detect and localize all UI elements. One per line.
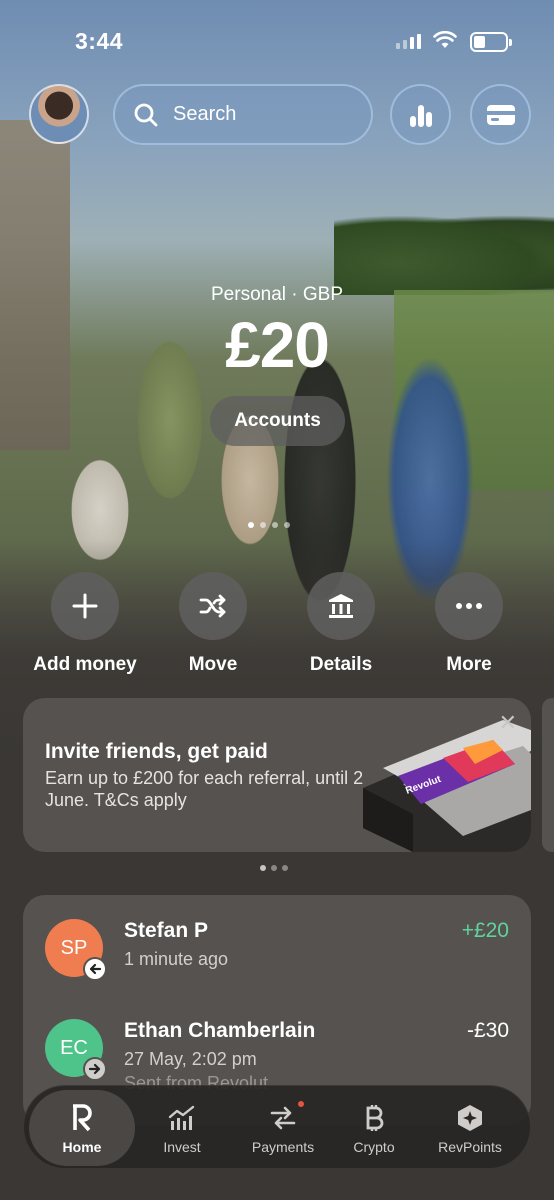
tab-revpoints[interactable]: RevPoints [416, 1086, 524, 1170]
cellular-signal-icon [396, 34, 421, 49]
outgoing-arrow-icon [83, 1057, 107, 1081]
tab-invest-label: Invest [163, 1139, 201, 1155]
analytics-button[interactable] [390, 84, 451, 145]
bitcoin-icon [366, 1105, 384, 1131]
bar-chart-icon [409, 104, 432, 127]
tab-home-label: Home [62, 1139, 102, 1155]
transaction-time: 1 minute ago [124, 949, 229, 969]
promo-page-indicator [260, 865, 288, 871]
details-label: Details [309, 654, 373, 675]
bank-icon [329, 594, 353, 618]
transaction-amount: -£30 [466, 1019, 509, 1042]
more-button[interactable]: More [409, 572, 529, 676]
account-balance[interactable]: £20 [0, 308, 554, 382]
tab-crypto-label: Crypto [353, 1139, 395, 1155]
plus-icon [72, 593, 98, 619]
status-time: 3:44 [75, 28, 124, 54]
more-label: More [446, 654, 492, 675]
transaction-row[interactable]: SP Stefan P 1 minute ago +£20 [23, 919, 531, 1009]
close-icon[interactable]: ✕ [499, 712, 517, 734]
account-label: Personal · GBP [211, 284, 343, 305]
move-label: Move [188, 654, 238, 675]
add-money-label: Add money [33, 654, 137, 675]
shuffle-icon [199, 594, 226, 618]
details-button[interactable]: Details [281, 572, 401, 676]
revolut-r-icon [73, 1104, 92, 1132]
tab-payments-label: Payments [251, 1139, 315, 1155]
transaction-name: Ethan Chamberlain [124, 1019, 316, 1042]
accounts-button[interactable]: Accounts [210, 396, 345, 446]
payments-arrows-icon [270, 1106, 296, 1130]
promo-title: Invite friends, get paid [45, 740, 268, 763]
account-page-indicator [248, 522, 290, 528]
move-button[interactable]: Move [153, 572, 273, 676]
promo-card-illustration: Revolut [363, 720, 531, 852]
bottom-tab-bar: Home Invest Payments Crypto RevPoints [23, 1085, 531, 1169]
referral-promo-card[interactable]: Invite friends, get paid Earn up to £200… [23, 698, 531, 852]
card-icon [486, 104, 515, 125]
search-placeholder: Search [173, 103, 237, 125]
incoming-arrow-icon [83, 957, 107, 981]
tab-payments[interactable]: Payments [230, 1086, 336, 1170]
invest-chart-icon [168, 1105, 195, 1130]
search-icon [134, 103, 158, 126]
tab-invest[interactable]: Invest [136, 1086, 228, 1170]
transaction-name: Stefan P [124, 919, 209, 942]
battery-icon [470, 32, 512, 52]
add-money-button[interactable]: Add money [25, 572, 145, 676]
revpoints-hexagon-icon [458, 1105, 482, 1131]
tab-revpoints-label: RevPoints [438, 1139, 502, 1155]
notification-dot [298, 1101, 304, 1107]
tab-home[interactable]: Home [29, 1090, 135, 1166]
transaction-time: 27 May, 2:02 pm [124, 1049, 257, 1069]
profile-avatar[interactable] [29, 84, 89, 144]
wifi-icon [433, 31, 457, 48]
next-promo-card[interactable] [542, 698, 554, 852]
search-bar[interactable]: Search [113, 84, 373, 145]
promo-subtitle: Earn up to £200 for each referral, until… [45, 768, 364, 810]
transaction-amount: +£20 [461, 919, 509, 942]
status-bar: 3:44 [0, 0, 554, 80]
more-icon [456, 603, 482, 609]
cards-button[interactable] [470, 84, 531, 145]
tab-crypto[interactable]: Crypto [336, 1086, 412, 1170]
